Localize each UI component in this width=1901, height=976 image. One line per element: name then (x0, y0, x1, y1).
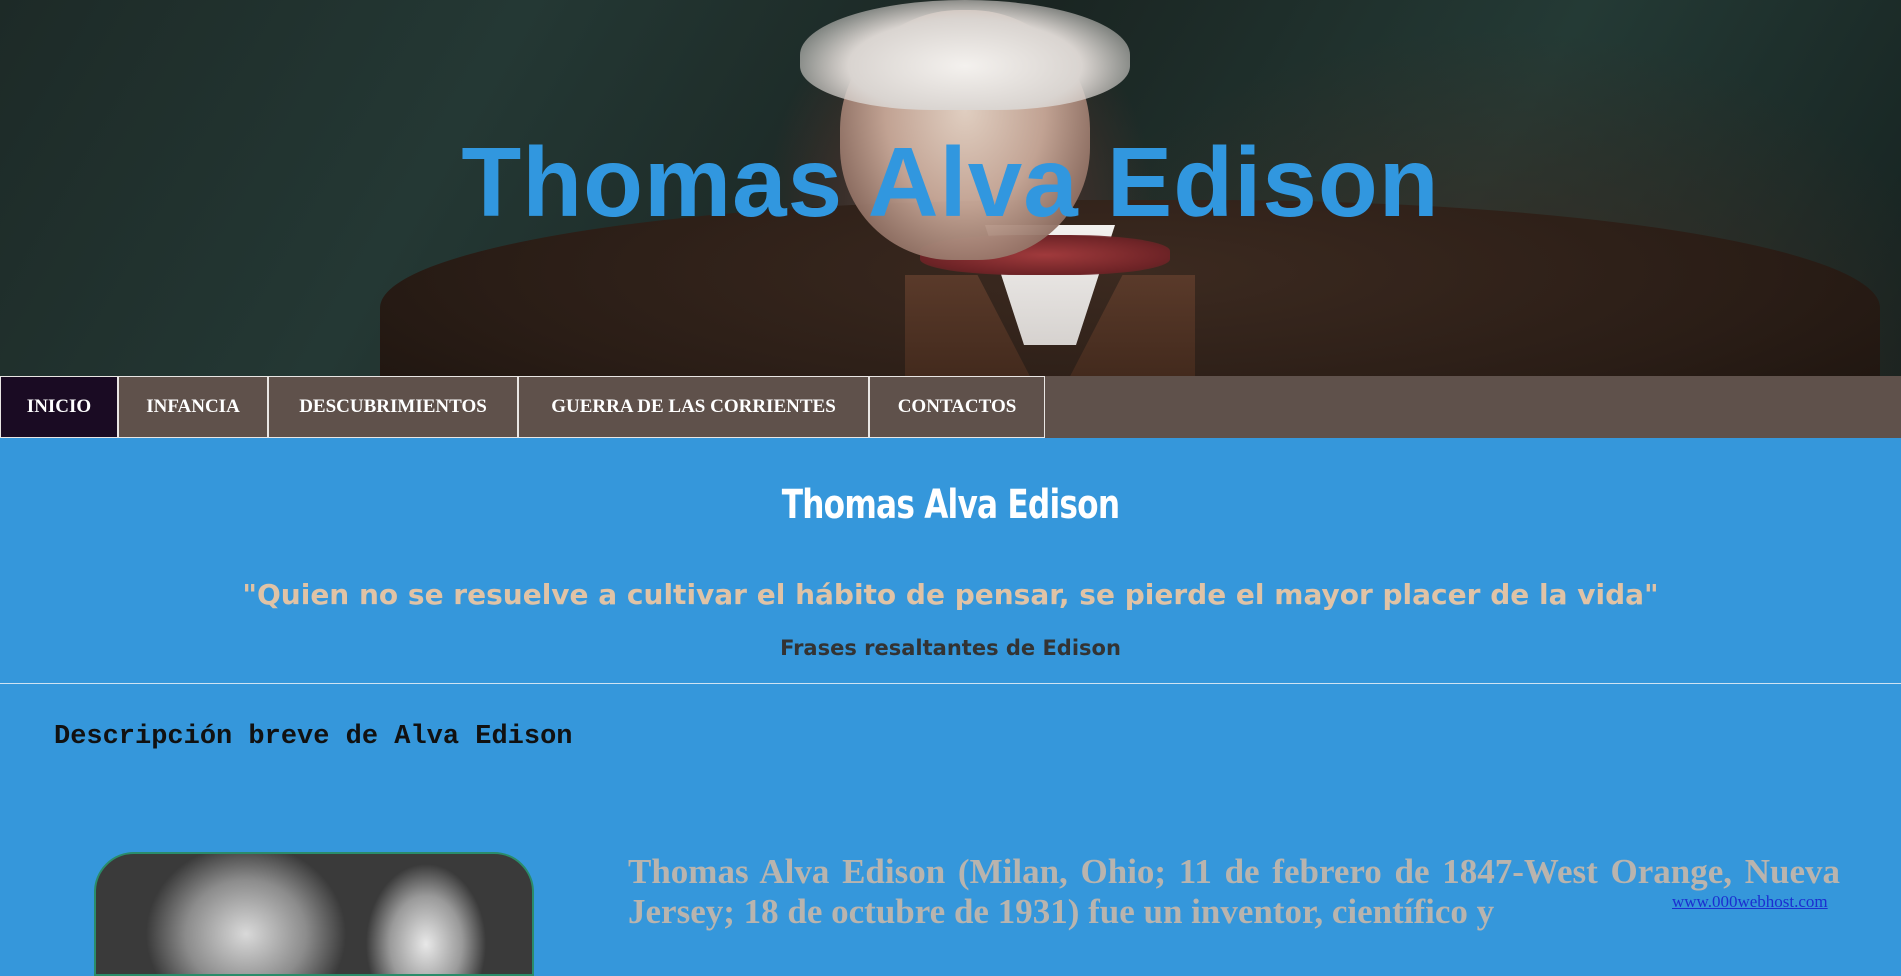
host-link[interactable]: www.000webhost.com (1672, 893, 1879, 911)
nav-item-inicio[interactable]: INICIO (0, 376, 118, 438)
hero-title: Thomas Alva Edison (781, 482, 1120, 528)
nav-item-guerra-de-las-corrientes[interactable]: GUERRA DE LAS CORRIENTES (518, 376, 869, 438)
quote-caption: Frases resaltantes de Edison (780, 636, 1121, 660)
edison-quote: "Quien no se resuelve a cultivar el hábi… (242, 578, 1659, 611)
nav-item-descubrimientos[interactable]: DESCUBRIMIENTOS (268, 376, 518, 438)
section-heading: Descripción breve de Alva Edison (54, 722, 573, 752)
portrait-hair (800, 0, 1130, 110)
nav-item-infancia[interactable]: INFANCIA (118, 376, 268, 438)
description-text: Thomas Alva Edison (Milan, Ohio; 11 de f… (628, 852, 1840, 931)
main-nav: INICIO INFANCIA DESCUBRIMIENTOS GUERRA D… (0, 376, 1901, 438)
site-title: Thomas Alva Edison (461, 127, 1440, 237)
nav-item-contactos[interactable]: CONTACTOS (869, 376, 1045, 438)
edison-photo (94, 852, 534, 976)
